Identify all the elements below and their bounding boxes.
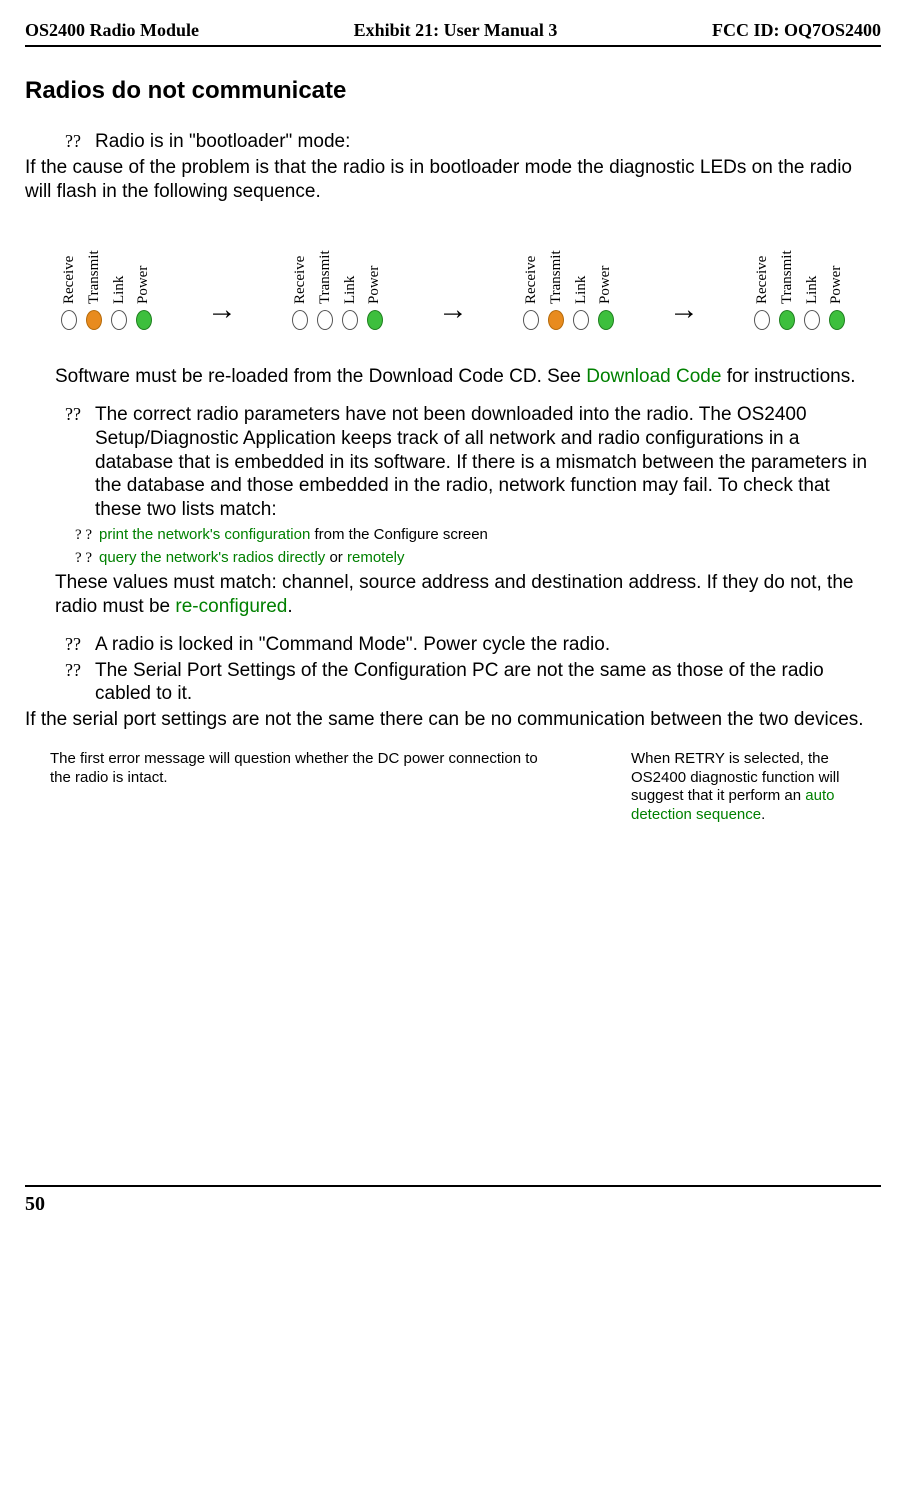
bullet-text: The Serial Port Settings of the Configur… bbox=[95, 659, 881, 707]
header-center: Exhibit 21: User Manual 3 bbox=[354, 20, 558, 41]
led-label-power: Power bbox=[596, 248, 615, 304]
led-transmit-green bbox=[779, 310, 795, 330]
led-label-receive: Receive bbox=[522, 248, 541, 304]
led-group-3: Receive Transmit Link Power bbox=[522, 248, 615, 330]
page-footer: 50 bbox=[25, 1185, 881, 1216]
reload-instruction: Software must be re-loaded from the Down… bbox=[55, 365, 881, 389]
led-label-link: Link bbox=[110, 248, 129, 304]
sub-bullet-print: ? ? print the network's configuration fr… bbox=[75, 526, 881, 545]
led-link-off bbox=[111, 310, 127, 330]
led-group-2: Receive Transmit Link Power bbox=[291, 248, 384, 330]
led-label-transmit: Transmit bbox=[547, 248, 566, 304]
bullet-mark: ?? bbox=[65, 633, 95, 657]
text-span: . bbox=[761, 806, 765, 823]
values-match: These values must match: channel, source… bbox=[55, 571, 881, 619]
note-retry: When RETRY is selected, the OS2400 diagn… bbox=[631, 750, 881, 825]
bullet-text: Radio is in "bootloader" mode: bbox=[95, 130, 881, 154]
arrow-icon: → bbox=[207, 251, 237, 329]
led-power-on bbox=[136, 310, 152, 330]
led-transmit-on bbox=[548, 310, 564, 330]
sub-bullet-query: ? ? query the network's radios directly … bbox=[75, 549, 881, 568]
led-label-receive: Receive bbox=[291, 248, 310, 304]
led-receive-off bbox=[754, 310, 770, 330]
section-title: Radios do not communicate bbox=[25, 77, 881, 105]
led-label-link: Link bbox=[572, 248, 591, 304]
led-label-power: Power bbox=[365, 248, 384, 304]
header-left: OS2400 Radio Module bbox=[25, 20, 199, 41]
led-link-off bbox=[342, 310, 358, 330]
led-power-on bbox=[829, 310, 845, 330]
led-sequence-diagram: Receive Transmit Link Power → Receive Tr… bbox=[35, 248, 871, 330]
text-span: Software must be re-loaded from the Down… bbox=[55, 366, 586, 387]
led-label-receive: Receive bbox=[60, 248, 79, 304]
query-remotely-link[interactable]: remotely bbox=[347, 549, 405, 566]
sub-bullet-mark: ? ? bbox=[75, 549, 99, 568]
bullet-mark: ?? bbox=[65, 403, 95, 522]
bootloader-desc: If the cause of the problem is that the … bbox=[25, 156, 881, 204]
text-span: from the Configure screen bbox=[310, 526, 488, 543]
bullet-text: A radio is locked in "Command Mode". Pow… bbox=[95, 633, 881, 657]
led-transmit-on bbox=[86, 310, 102, 330]
led-label-transmit: Transmit bbox=[316, 248, 335, 304]
led-link-off bbox=[573, 310, 589, 330]
bullet-text: The correct radio parameters have not be… bbox=[95, 403, 881, 522]
led-link-off bbox=[804, 310, 820, 330]
led-label-link: Link bbox=[341, 248, 360, 304]
header-right: FCC ID: OQ7OS2400 bbox=[712, 20, 881, 41]
bullet-serial-port: ?? The Serial Port Settings of the Confi… bbox=[65, 659, 881, 707]
led-power-on bbox=[598, 310, 614, 330]
arrow-icon: → bbox=[438, 251, 468, 329]
bullet-mark: ?? bbox=[65, 130, 95, 154]
led-power-on bbox=[367, 310, 383, 330]
led-label-transmit: Transmit bbox=[85, 248, 104, 304]
sub-bullet-content: print the network's configuration from t… bbox=[99, 526, 881, 545]
led-label-receive: Receive bbox=[753, 248, 772, 304]
query-directly-link[interactable]: query the network's radios directly bbox=[99, 549, 325, 566]
sub-bullet-mark: ? ? bbox=[75, 526, 99, 545]
print-config-link[interactable]: print the network's configuration bbox=[99, 526, 310, 543]
led-label-power: Power bbox=[827, 248, 846, 304]
text-span: . bbox=[287, 596, 292, 617]
led-transmit-off bbox=[317, 310, 333, 330]
led-receive-off bbox=[523, 310, 539, 330]
text-span: for instructions. bbox=[721, 366, 855, 387]
bullet-mark: ?? bbox=[65, 659, 95, 707]
serial-port-desc: If the serial port settings are not the … bbox=[25, 708, 881, 732]
led-receive-off bbox=[292, 310, 308, 330]
led-group-1: Receive Transmit Link Power bbox=[60, 248, 153, 330]
text-span: or bbox=[325, 549, 347, 566]
bullet-params: ?? The correct radio parameters have not… bbox=[65, 403, 881, 522]
two-column-notes: The first error message will question wh… bbox=[25, 750, 881, 825]
page-header: OS2400 Radio Module Exhibit 21: User Man… bbox=[25, 20, 881, 47]
led-label-link: Link bbox=[803, 248, 822, 304]
led-label-transmit: Transmit bbox=[778, 248, 797, 304]
sub-bullet-content: query the network's radios directly or r… bbox=[99, 549, 881, 568]
arrow-icon: → bbox=[669, 251, 699, 329]
note-dc-power: The first error message will question wh… bbox=[50, 750, 541, 825]
led-group-4: Receive Transmit Link Power bbox=[753, 248, 846, 330]
bullet-command-mode: ?? A radio is locked in "Command Mode". … bbox=[65, 633, 881, 657]
page-number: 50 bbox=[25, 1193, 45, 1215]
reconfigured-link[interactable]: re-configured bbox=[175, 596, 287, 617]
led-receive-off bbox=[61, 310, 77, 330]
download-code-link[interactable]: Download Code bbox=[586, 366, 721, 387]
bullet-bootloader: ?? Radio is in "bootloader" mode: bbox=[65, 130, 881, 154]
led-label-power: Power bbox=[134, 248, 153, 304]
